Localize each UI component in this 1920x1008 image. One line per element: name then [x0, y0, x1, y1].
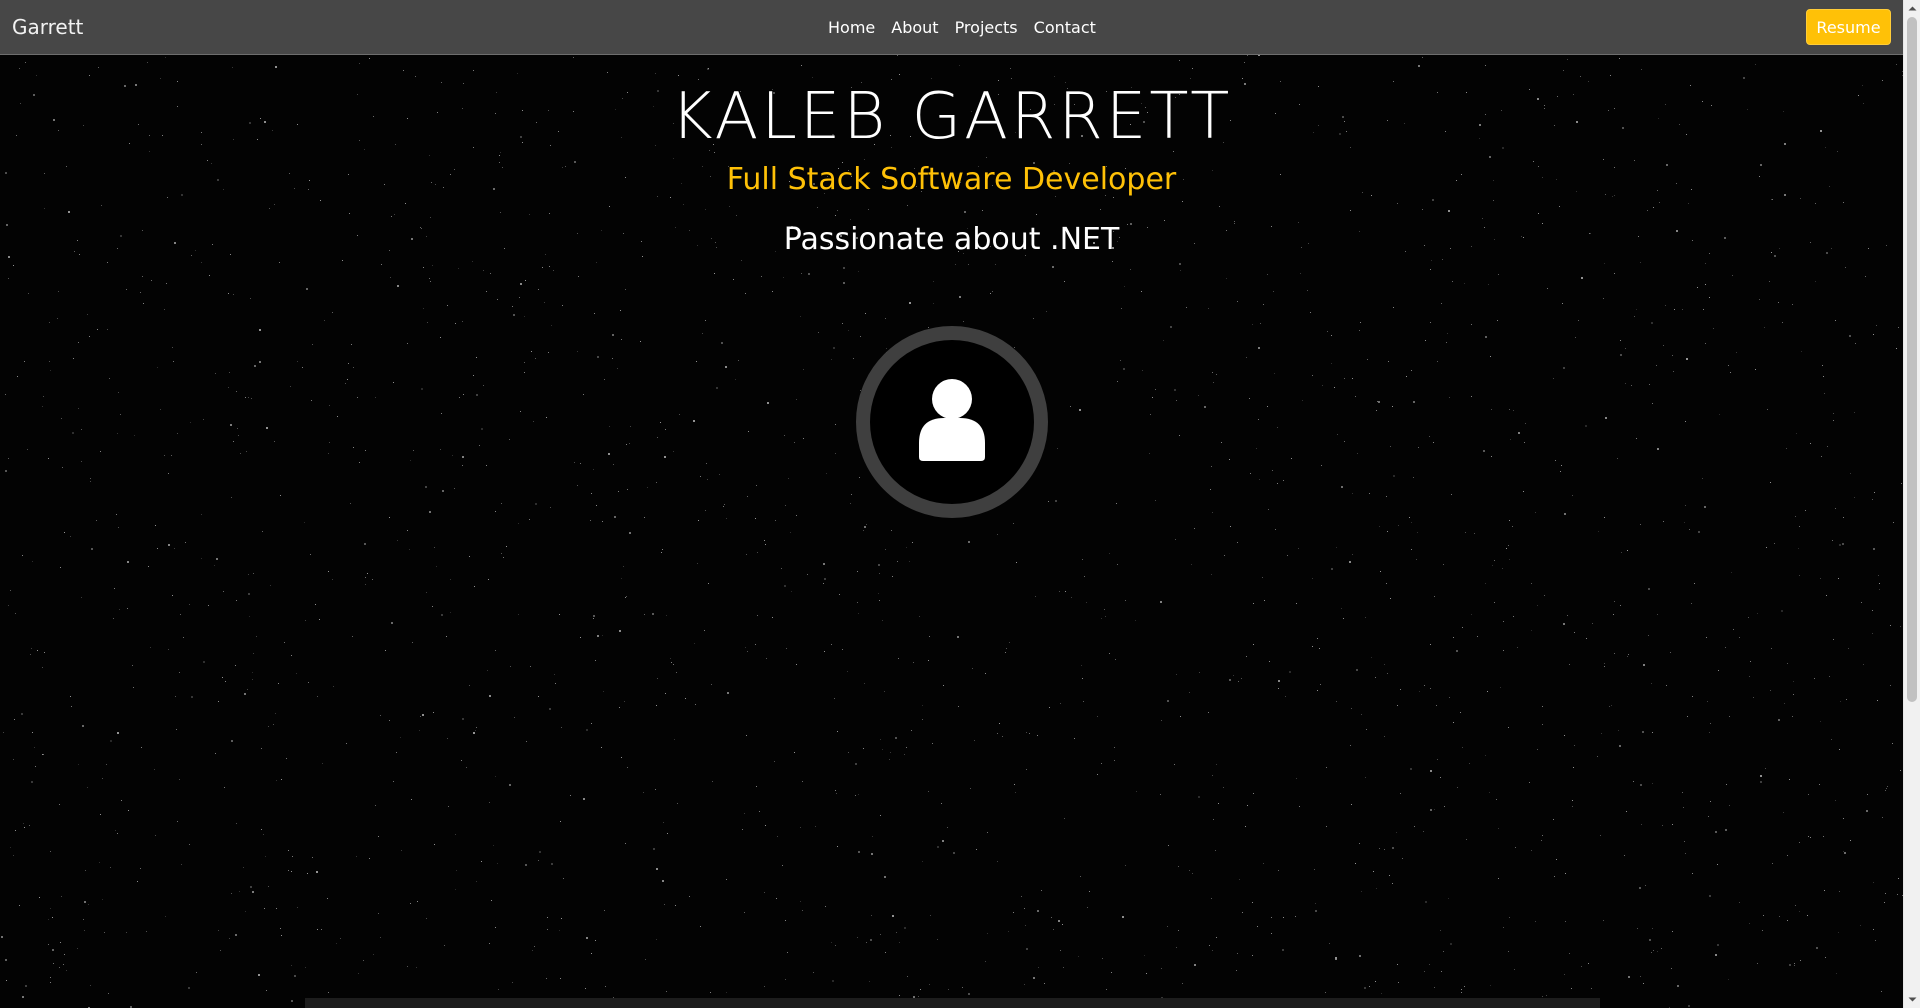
nav-link-contact[interactable]: Contact [1026, 17, 1104, 39]
avatar [856, 326, 1048, 518]
nav-link-about[interactable]: About [883, 17, 946, 39]
scroll-up-arrow-icon[interactable] [1904, 0, 1920, 17]
hero-name: KALEB GARRETT [670, 80, 1233, 154]
hero-title: Full Stack Software Developer [726, 162, 1177, 197]
brand-link[interactable]: Garrett [12, 14, 83, 40]
nav-link-home[interactable]: Home [820, 17, 883, 39]
scrollbar-thumb[interactable] [1907, 17, 1917, 702]
viewport: Garrett Home About Projects Contact Resu… [0, 0, 1903, 1008]
user-icon [919, 379, 985, 461]
nav-link-projects[interactable]: Projects [947, 17, 1026, 39]
vertical-scrollbar[interactable] [1903, 0, 1920, 1008]
section-divider [305, 998, 1600, 1008]
scroll-down-arrow-icon[interactable] [1904, 991, 1920, 1008]
hero-tagline: Passionate about .NET [783, 222, 1120, 257]
navbar: Garrett Home About Projects Contact Resu… [0, 0, 1903, 55]
resume-button[interactable]: Resume [1806, 9, 1891, 45]
nav-links: Home About Projects Contact [820, 0, 1104, 55]
page: Garrett Home About Projects Contact Resu… [0, 0, 1920, 1008]
